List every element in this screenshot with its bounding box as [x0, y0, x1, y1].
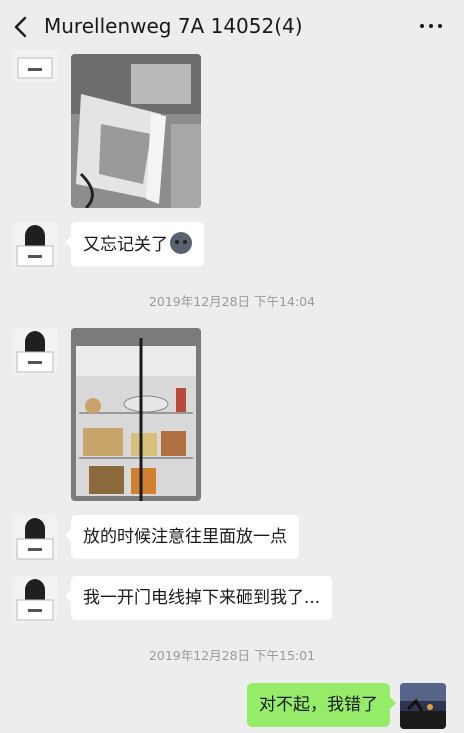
photo-fridge[interactable] — [71, 328, 201, 501]
message-bubble[interactable]: 我一开门电线掉下来砸到我了... — [65, 576, 333, 620]
timestamp: 2019年12月28日 下午14:04 — [148, 294, 316, 309]
message-text: 放的时候注意往里面放一点 — [83, 527, 287, 547]
sad-face-emoji-icon — [170, 232, 192, 254]
contact-avatar[interactable] — [12, 50, 58, 82]
chat-header: Murellenweg 7A 14052(4) — [0, 0, 464, 54]
contact-avatar[interactable] — [12, 328, 58, 374]
message-bubble[interactable]: 放的时候注意往里面放一点 — [65, 515, 299, 559]
timestamp: 2019年12月28日 下午15:01 — [148, 648, 316, 663]
message-text: 又忘记关了 — [83, 235, 168, 255]
own-message-bubble[interactable]: 对不起，我错了 — [247, 683, 396, 727]
more-dots-icon[interactable] — [420, 24, 442, 28]
contact-avatar[interactable] — [12, 222, 58, 268]
message-text: 对不起，我错了 — [259, 695, 378, 715]
contact-avatar[interactable] — [12, 515, 58, 561]
message-text: 我一开门电线掉下来砸到我了... — [83, 588, 321, 608]
contact-avatar[interactable] — [12, 576, 58, 622]
own-avatar[interactable] — [400, 683, 446, 729]
chat-title: Murellenweg 7A 14052(4) — [44, 14, 303, 38]
back-arrow-icon[interactable] — [12, 15, 30, 39]
message-bubble[interactable]: 又忘记关了 — [65, 222, 204, 267]
photo-microwave[interactable] — [71, 54, 201, 208]
